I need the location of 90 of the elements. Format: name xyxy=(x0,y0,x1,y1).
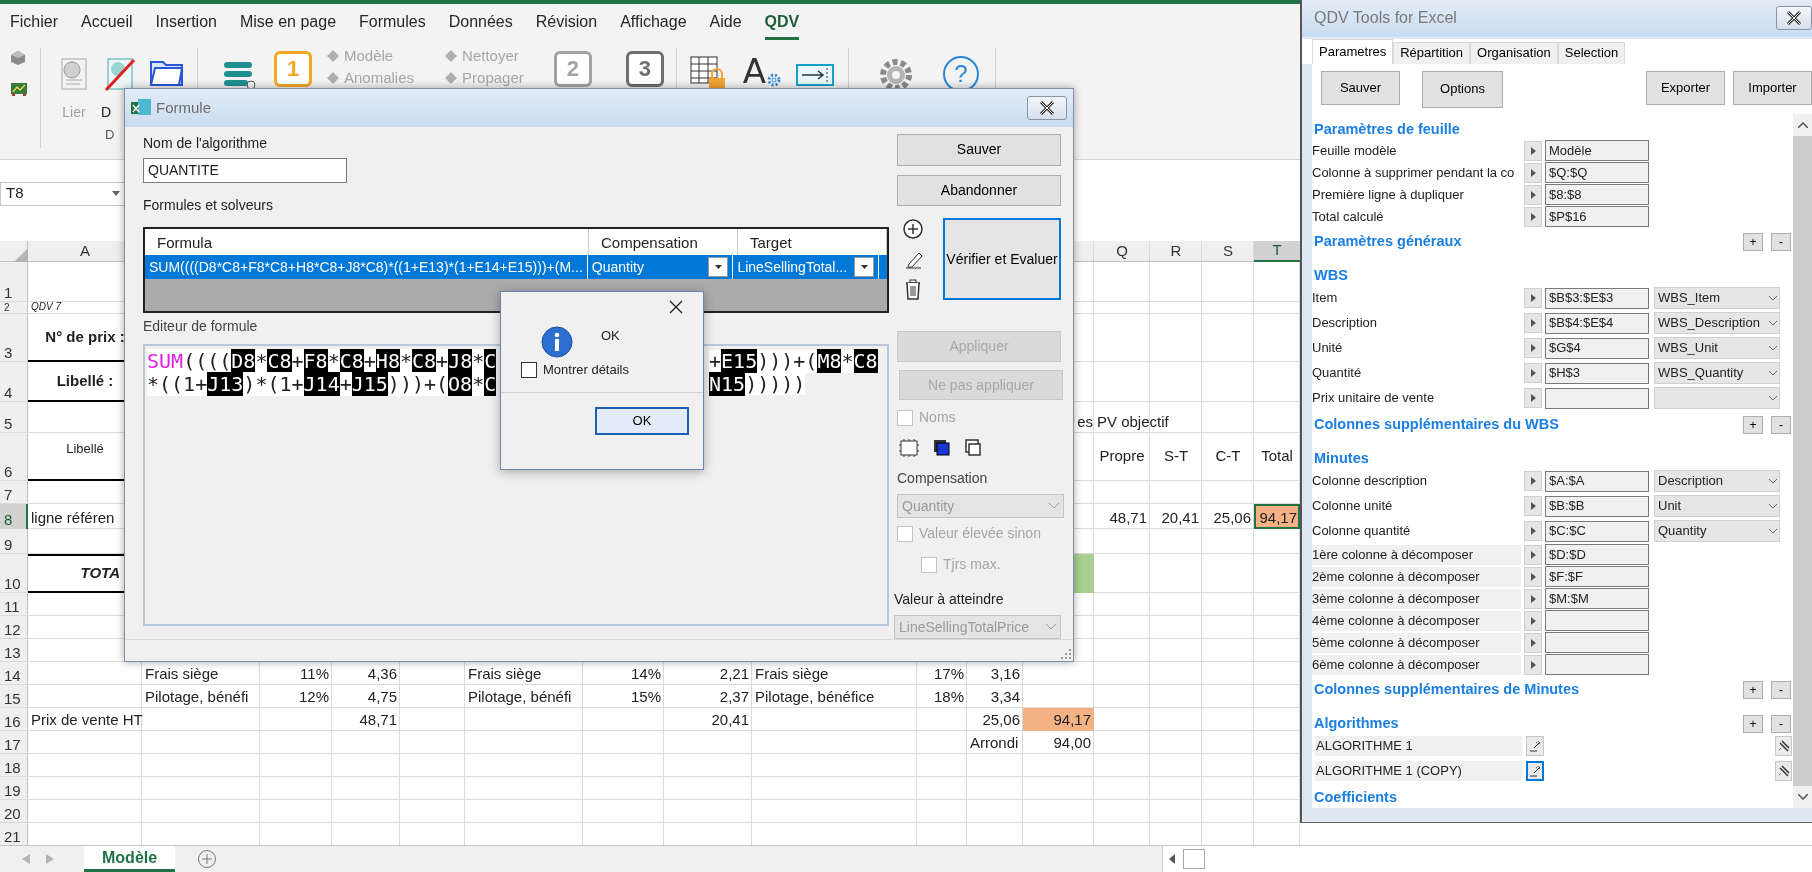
table-cell: 2,21 xyxy=(719,665,749,683)
table-cell: 48,71 xyxy=(1109,509,1147,527)
table-cell: 94,00 xyxy=(1053,734,1091,752)
field-label: Feuille modèle xyxy=(1312,141,1398,160)
field-label: Colonne description xyxy=(1312,472,1428,491)
table-cell: 4,75 xyxy=(367,688,397,706)
table-cell: 14% xyxy=(630,665,661,683)
message-text: OK xyxy=(601,327,620,345)
checkbox-label: Tjrs max. xyxy=(943,555,1001,574)
group-label: D xyxy=(105,126,115,144)
table-cell: Pilotage, bénéfi xyxy=(145,688,249,706)
table-cell: N° de prix : xyxy=(45,328,125,346)
field-label: 1ère colonne à décomposer xyxy=(1312,544,1521,565)
section-heading: Coefficients xyxy=(1313,787,1397,807)
table-cell: Frais siège xyxy=(468,665,542,683)
section-heading: Paramètres généraux xyxy=(1313,231,1462,251)
table-cell: es xyxy=(1077,413,1093,431)
table-cell: C-T xyxy=(1215,447,1241,465)
section-heading: Minutes xyxy=(1313,448,1369,468)
field-label: Nom de l'algorithme xyxy=(143,134,268,153)
table-cell-text: LineSellingTotal... xyxy=(737,257,848,277)
formula-text: +E15)))+(M8*C8 xyxy=(709,350,878,373)
table-cell: 11% xyxy=(300,665,329,683)
section-heading: Colonnes supplémentaires de Minutes xyxy=(1313,679,1580,699)
table-cell: 17% xyxy=(933,665,964,683)
table-cell: S-T xyxy=(1163,447,1189,465)
table-cell: PV objectif xyxy=(1097,413,1169,431)
table-cell: 4,36 xyxy=(367,665,397,683)
table-cell: 25,06 xyxy=(982,711,1020,729)
table-cell: 2,37 xyxy=(719,688,749,706)
table-cell: Frais siège xyxy=(755,665,829,683)
field-label: Unité xyxy=(1312,339,1344,358)
field-label: 4ème colonne à décomposer xyxy=(1312,610,1521,631)
table-cell: Total xyxy=(1261,447,1293,465)
table-cell: 15% xyxy=(630,688,661,706)
table-cell: TOTA xyxy=(80,563,120,582)
table-cell: Prix de vente HT xyxy=(31,711,143,729)
table-cell: Libellé xyxy=(66,441,104,457)
section-heading: Colonnes supplémentaires du WBS xyxy=(1313,414,1559,434)
table-cell: 20,41 xyxy=(711,711,749,729)
field-label: Colonne quantité xyxy=(1312,522,1412,541)
table-cell-text: Quantity xyxy=(591,257,644,277)
field-label: Total calculé xyxy=(1312,207,1385,226)
field-label: Compensation xyxy=(897,469,989,488)
table-cell-text: SUM((((D8*C8+F8*C8+H8*C8+J8*C8)*((1+E13)*(1+E14+E15)))+(M... xyxy=(149,257,583,277)
column-header: Compensation xyxy=(589,229,738,255)
table-cell: 94,17 xyxy=(1023,708,1094,731)
table-cell: QDV 7 xyxy=(31,302,61,312)
table-cell: 20,41 xyxy=(1161,509,1199,527)
table-cell: Pilotage, bénéfice xyxy=(755,688,875,706)
field-label: 6ème colonne à décomposer xyxy=(1312,654,1521,675)
table-cell: 48,71 xyxy=(359,711,397,729)
formula-text: N15))))) xyxy=(709,372,806,396)
table-cell: 3,16 xyxy=(990,665,1020,683)
field-label: Colonne à supprimer pendant la co xyxy=(1312,163,1516,182)
table-cell: 18% xyxy=(933,688,964,706)
formula-text: *((1+J13)*(1+J14+J15)))+(O8*C xyxy=(147,371,497,396)
panel-title: QDV Tools for Excel xyxy=(1314,8,1457,29)
table-cell: Arrondi xyxy=(970,734,1019,752)
table-cell: Propre xyxy=(1099,447,1145,465)
field-label: Item xyxy=(1312,289,1339,308)
section-heading: Paramètres de feuille xyxy=(1313,119,1460,139)
window-title: Formule xyxy=(156,97,211,118)
field-label: Quantité xyxy=(1312,364,1363,383)
section-heading: Algorithmes xyxy=(1313,713,1399,733)
field-label: Description xyxy=(1312,314,1379,333)
checkbox-label: Noms xyxy=(919,408,956,427)
field-label: Première ligne à dupliquer xyxy=(1312,185,1465,204)
checkbox-label: Montrer détails xyxy=(543,361,629,379)
field-label: Valeur à atteindre xyxy=(894,590,1005,609)
field-label: 2ème colonne à décomposer xyxy=(1312,566,1521,587)
field-label: 3ème colonne à décomposer xyxy=(1312,588,1521,609)
field-label: Prix unitaire de vente xyxy=(1312,389,1436,408)
table-cell: 12% xyxy=(298,688,329,706)
field-label: Formules et solveurs xyxy=(143,196,273,215)
table-cell: 25,06 xyxy=(1213,509,1251,527)
table-cell: 94,17 xyxy=(1254,504,1300,529)
formula-text: SUM((((D8*C8+F8*C8+H8*C8+J8*C xyxy=(147,349,497,373)
field-label: Editeur de formule xyxy=(143,317,258,336)
table-cell: Pilotage, bénéfi xyxy=(468,688,572,706)
field-label: 5ème colonne à décomposer xyxy=(1312,632,1521,653)
table-cell: Frais siège xyxy=(145,665,219,683)
field-label: Colonne unité xyxy=(1312,497,1394,516)
column-header: Formula xyxy=(145,229,589,255)
table-cell: ligne référen xyxy=(31,509,115,527)
column-header: Target xyxy=(738,229,887,255)
checkbox-label: Valeur élevée sinon xyxy=(919,524,1041,543)
table-cell: Libellé : xyxy=(56,372,114,390)
section-heading: WBS xyxy=(1313,265,1348,285)
table-cell: 3,34 xyxy=(990,688,1020,706)
